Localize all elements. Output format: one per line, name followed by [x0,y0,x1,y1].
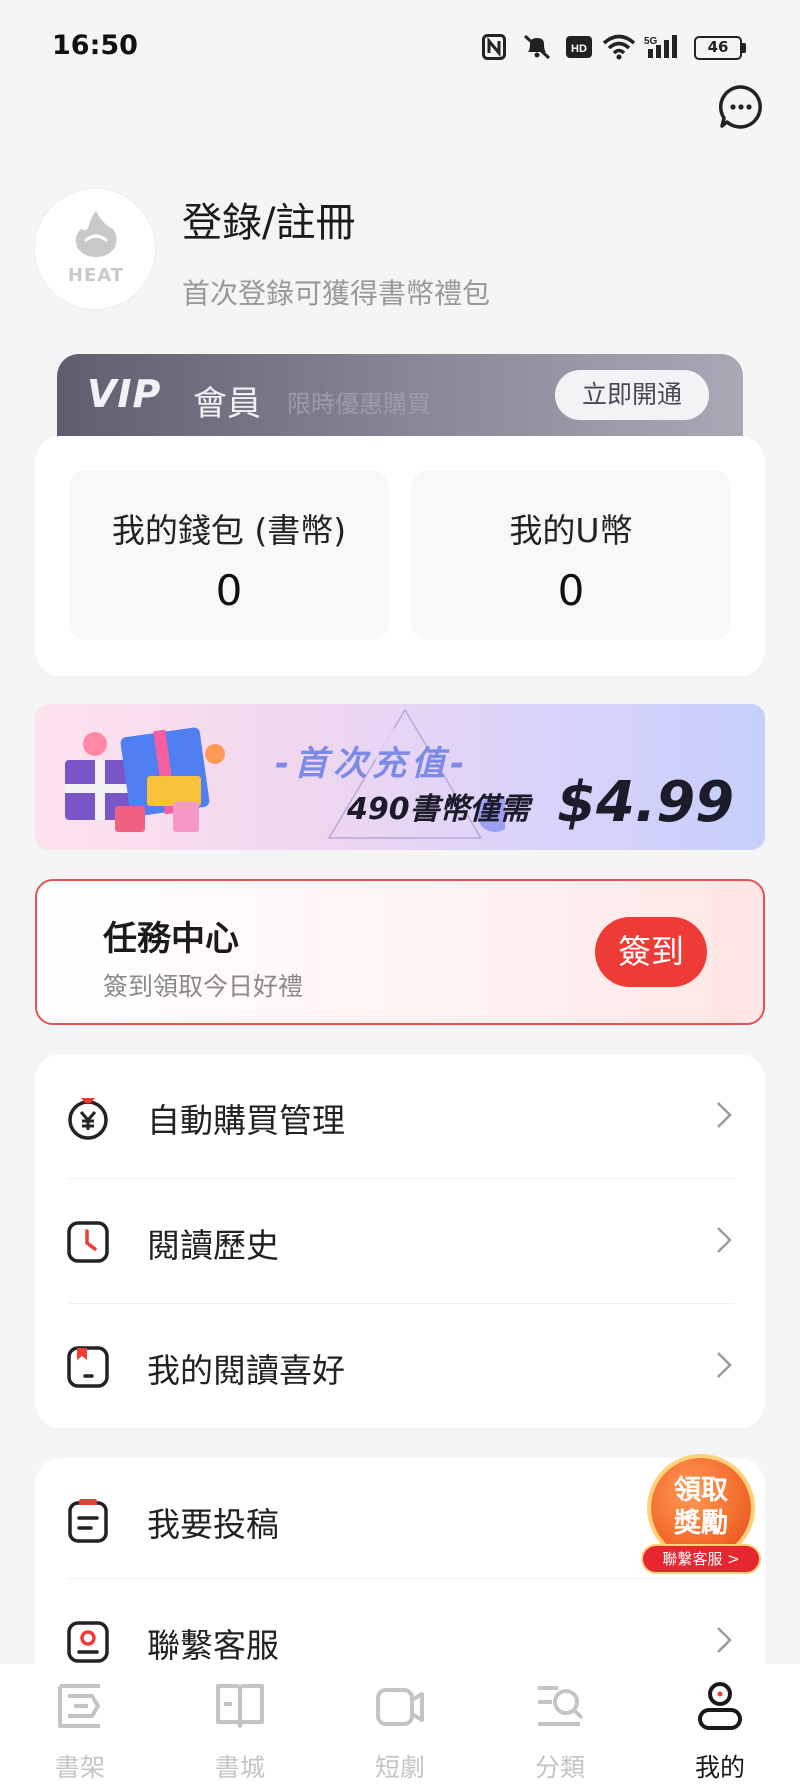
mute-icon [523,34,551,60]
person-icon [698,1682,742,1730]
vip-member-label: 會員 [193,384,261,424]
battery-tip [742,43,746,53]
reward-contact-pill[interactable]: 聯繫客服 > [641,1544,761,1574]
task-center-subtitle: 簽到領取今日好禮 [103,972,304,1001]
menu-label: 閱讀歷史 [147,1226,279,1265]
nav-label: 短劇 [374,1753,425,1782]
status-bar: 16:50 HD 5G 46 [0,0,800,96]
menu-label: 自動購買管理 [147,1101,345,1140]
menu-item-reading-history[interactable]: 閱讀歷史 [35,1179,765,1303]
status-time: 16:50 [52,30,138,61]
wifi-icon [602,34,636,60]
nav-tab-category[interactable]: 分類 [480,1664,640,1788]
task-center-title: 任務中心 [103,919,239,959]
u-coin-value: 0 [557,566,585,615]
wallet-card: 我的錢包 (書幣) 0 我的U幣 0 [35,436,765,676]
nav-label: 書架 [54,1753,105,1782]
gift-box-icon [65,727,225,832]
bottom-navigation: 書架 書城 短劇 分類 我的 [0,1664,800,1788]
first-recharge-banner[interactable]: -首次充值- 490書幣僅需 $4.99 [35,704,765,850]
clock-icon [67,1221,109,1263]
bookmark-icon [67,1346,109,1388]
video-icon [376,1688,424,1726]
check-in-button[interactable]: 簽到 [595,917,707,987]
open-book-icon [216,1684,264,1728]
book-coin-value: 0 [215,566,243,615]
nav-label: 分類 [534,1753,585,1782]
nav-tab-bookstore[interactable]: 書城 [160,1664,320,1788]
promo-title: -首次充值- [275,744,470,784]
login-subtitle: 首次登錄可獲得書幣禮包 [182,277,491,310]
chevron-right-icon [717,1627,732,1653]
u-coin-wallet[interactable]: 我的U幣 0 [411,470,731,640]
promo-price: $4.99 [557,770,735,835]
category-search-icon [538,1686,584,1726]
vip-open-button[interactable]: 立即開通 [555,370,709,420]
avatar[interactable]: HEAT [34,188,156,310]
nfc-icon [482,34,506,60]
hd-icon: HD [566,36,592,58]
nav-label: 書城 [214,1753,265,1782]
menu-card-account: 自動購買管理 閱讀歷史 我的閱讀喜好 [35,1054,765,1428]
chat-bubble-icon[interactable] [718,84,764,130]
menu-item-reading-preference[interactable]: 我的閱讀喜好 [35,1304,765,1428]
reward-text: 領取 獎勵 [674,1475,728,1539]
flame-mascot-icon [75,211,117,257]
task-center-card[interactable]: 任務中心 簽到領取今日好禮 簽到 [35,879,765,1025]
u-coin-label: 我的U幣 [509,511,633,550]
menu-label: 聯繫客服 [147,1626,279,1665]
contact-card-icon [67,1621,109,1663]
svg-text:HD: HD [571,43,587,55]
chevron-right-icon [717,1102,732,1128]
chevron-right-icon [717,1352,732,1378]
menu-item-auto-purchase[interactable]: 自動購買管理 [35,1054,765,1178]
reward-floating-button[interactable]: 領取 獎勵 聯繫客服 > [637,1458,765,1576]
svg-text:5G: 5G [644,36,658,47]
nav-tab-short-drama[interactable]: 短劇 [320,1664,480,1788]
promo-description: 490書幣僅需 [347,792,530,827]
vip-promo-text: 限時優惠購買 [287,390,431,418]
battery-indicator: 46 [694,36,742,60]
chevron-right-icon [717,1227,732,1253]
login-register-link[interactable]: 登錄/註冊 [182,190,355,248]
book-coin-wallet[interactable]: 我的錢包 (書幣) 0 [69,470,389,640]
vip-logo: VIP [87,372,162,416]
avatar-logo-text: HEAT [67,265,125,286]
nav-label: 我的 [694,1753,745,1782]
yen-bag-icon [68,1098,108,1140]
nav-tab-mine[interactable]: 我的 [640,1664,800,1788]
signal-5g-icon: 5G [644,35,677,58]
bookshelf-icon [58,1684,100,1728]
document-icon [68,1499,108,1543]
reward-circle: 領取 獎勵 [651,1458,751,1558]
nav-tab-bookshelf[interactable]: 書架 [0,1664,160,1788]
menu-label: 我的閱讀喜好 [147,1351,345,1390]
book-coin-label: 我的錢包 (書幣) [111,511,347,550]
vip-banner[interactable]: VIP 會員 限時優惠購買 立即開通 [57,354,743,438]
menu-label: 我要投稿 [147,1505,279,1544]
